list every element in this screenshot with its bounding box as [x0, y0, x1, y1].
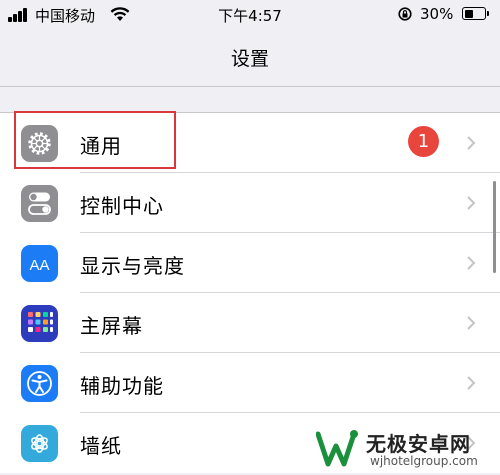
settings-item-label: 辅助功能 [80, 374, 164, 398]
page-title: 设置 [230, 48, 269, 70]
orientation-lock-icon [398, 7, 412, 21]
watermark: 无极安卓网 wjhotelgroup.com [316, 426, 496, 472]
status-bar: 中国移动 下午4:57 30% [0, 0, 500, 30]
chevron-right-icon [467, 376, 476, 390]
settings-item-home-screen[interactable]: 主屏幕 [0, 293, 500, 353]
home-screen-icon [21, 305, 58, 342]
watermark-url: wjhotelgroup.com [370, 454, 478, 468]
battery-icon [462, 7, 486, 20]
accessibility-icon [21, 365, 58, 402]
highlight-box [14, 111, 176, 169]
svg-text:AA: AA [29, 257, 49, 274]
battery-nub [487, 11, 489, 16]
settings-item-label: 控制中心 [80, 194, 164, 218]
chevron-right-icon [467, 316, 476, 330]
notification-badge: 1 [408, 126, 439, 157]
battery-percent: 30% [420, 5, 454, 23]
chevron-right-icon [467, 136, 476, 150]
settings-item-label: 墙纸 [80, 434, 122, 458]
display-brightness-icon: AA [21, 245, 58, 282]
nav-divider [0, 86, 500, 87]
control-center-icon [21, 185, 58, 222]
settings-item-accessibility[interactable]: 辅助功能 [0, 353, 500, 413]
chevron-right-icon [467, 256, 476, 270]
settings-item-control-center[interactable]: 控制中心 [0, 173, 500, 233]
settings-item-label: 显示与亮度 [80, 254, 185, 278]
watermark-logo-icon [316, 430, 358, 467]
watermark-brand: 无极安卓网 [366, 432, 471, 456]
chevron-right-icon [467, 196, 476, 210]
settings-item-display-brightness[interactable]: AA 显示与亮度 [0, 233, 500, 293]
wallpaper-icon [21, 425, 58, 462]
scroll-indicator [493, 181, 496, 273]
settings-item-label: 主屏幕 [80, 314, 143, 338]
